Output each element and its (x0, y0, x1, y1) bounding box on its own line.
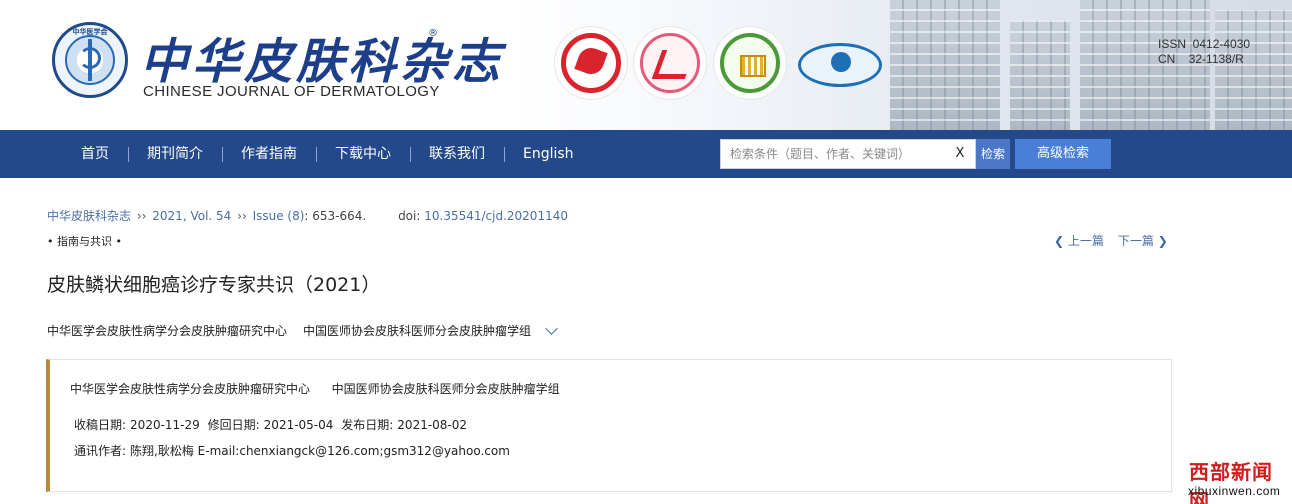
search-box: X (720, 139, 976, 169)
revised-date: 2021-05-04 (263, 418, 334, 432)
breadcrumb-separator: ›› (237, 209, 247, 223)
author-item: 中华医学会皮肤性病学分会皮肤肿瘤研究中心 (47, 324, 288, 338)
breadcrumb-issue-link[interactable]: Issue (8) (253, 209, 305, 223)
chevron-right-icon[interactable]: ❯ (1158, 234, 1168, 248)
author-list: 中华医学会皮肤性病学分会皮肤肿瘤研究中心 中国医师协会皮肤科医师分会皮肤肿瘤学组 (47, 322, 558, 339)
breadcrumb-journal-link[interactable]: 中华皮肤科杂志 (47, 209, 131, 223)
next-article-link[interactable]: 下一篇 (1118, 232, 1154, 249)
journal-title-cn[interactable]: 中华皮肤科杂志 (140, 22, 504, 92)
affiliation-row: 中华医学会皮肤性病学分会皮肤肿瘤研究中心 中国医师协会皮肤科医师分会皮肤肿瘤学组 (70, 380, 560, 397)
nav-item-contact[interactable]: 联系我们 (410, 146, 504, 162)
doi-label: doi: (398, 209, 421, 223)
journal-title-en: CHINESE JOURNAL OF DERMATOLOGY (143, 83, 440, 100)
prev-article-link[interactable]: 上一篇 (1068, 232, 1104, 249)
section-tag: • 指南与共识 • (47, 235, 122, 248)
watermark-text-en: xibuxinwen.com (1188, 484, 1281, 498)
site-header: 中华医学会 中华皮肤科杂志 ® CHINESE JOURNAL OF DERMA… (0, 0, 1292, 130)
received-label: 收稿日期: (74, 418, 127, 432)
author-item: 中国医师协会皮肤科医师分会皮肤肿瘤学组 (303, 324, 532, 338)
affiliation-item: 中华医学会皮肤性病学分会皮肤肿瘤研究中心 (70, 382, 311, 396)
doi-link[interactable]: 10.35541/cjd.20201140 (424, 209, 568, 223)
breadcrumb: 中华皮肤科杂志 ›› 2021, Vol. 54 ›› Issue (8): 6… (47, 207, 568, 224)
issn-info: ISSN 0412-4030 CN 32-1138/R (1158, 37, 1250, 67)
header-building-image (1215, 10, 1292, 130)
nav-item-home[interactable]: 首页 (62, 146, 128, 162)
registered-mark: ® (428, 28, 438, 39)
corresponding-row: 通讯作者: 陈翔,耿松梅 E-mail:chenxiangck@126.com;g… (74, 442, 510, 459)
article-title: 皮肤鳞状细胞癌诊疗专家共识（2021） (47, 274, 381, 296)
cn-number: CN 32-1138/R (1158, 52, 1244, 66)
revised-label: 修回日期: (207, 418, 260, 432)
search-button[interactable]: 检索 (976, 139, 1010, 169)
published-date: 2021-08-02 (397, 418, 468, 432)
search-input[interactable] (721, 140, 947, 168)
journal-emblem-icon: 中华医学会 (52, 22, 128, 98)
article-pager: ❮ 上一篇 下一篇 ❯ (1054, 232, 1168, 249)
breadcrumb-pages: : 653-664. (304, 209, 367, 223)
nav-list: 首页 期刊简介 作者指南 下载中心 联系我们 English (62, 130, 593, 178)
corresponding-author: 陈翔,耿松梅 E-mail:chenxiangck@126.com;gsm312… (130, 444, 510, 458)
header-building-image (1010, 20, 1070, 130)
partner-logo-1-icon (555, 27, 627, 99)
article-info-card: 中华医学会皮肤性病学分会皮肤肿瘤研究中心 中国医师协会皮肤科医师分会皮肤肿瘤学组… (46, 359, 1172, 492)
dates-row: 收稿日期: 2020-11-29 修回日期: 2021-05-04 发布日期: 202… (74, 416, 467, 433)
chevron-left-icon[interactable]: ❮ (1054, 234, 1064, 248)
partner-logo-3-icon (714, 27, 786, 99)
partner-logo-2-icon (634, 27, 706, 99)
chevron-down-icon[interactable] (545, 322, 558, 335)
main-nav: 首页 期刊简介 作者指南 下载中心 联系我们 English X 检索 高级检索 (0, 130, 1292, 178)
corresponding-label: 通讯作者: (74, 444, 127, 458)
nav-item-english[interactable]: English (504, 146, 593, 162)
header-building-image (890, 0, 1000, 130)
clear-search-button[interactable]: X (951, 145, 969, 163)
partner-logo-4-icon (794, 27, 886, 99)
breadcrumb-separator: ›› (136, 209, 147, 223)
advanced-search-button[interactable]: 高级检索 (1015, 139, 1111, 169)
breadcrumb-volume-link[interactable]: 2021, Vol. 54 (152, 209, 231, 223)
watermark-logo: 西部新闻网 xibuxinwen.com (1185, 455, 1292, 504)
nav-item-about[interactable]: 期刊简介 (128, 146, 222, 162)
issn-number: ISSN 0412-4030 (1158, 37, 1251, 51)
received-date: 2020-11-29 (130, 418, 200, 432)
nav-item-author-guide[interactable]: 作者指南 (222, 146, 316, 162)
published-label: 发布日期: (341, 418, 394, 432)
nav-item-downloads[interactable]: 下载中心 (316, 146, 410, 162)
affiliation-item: 中国医师协会皮肤科医师分会皮肤肿瘤学组 (331, 382, 560, 396)
